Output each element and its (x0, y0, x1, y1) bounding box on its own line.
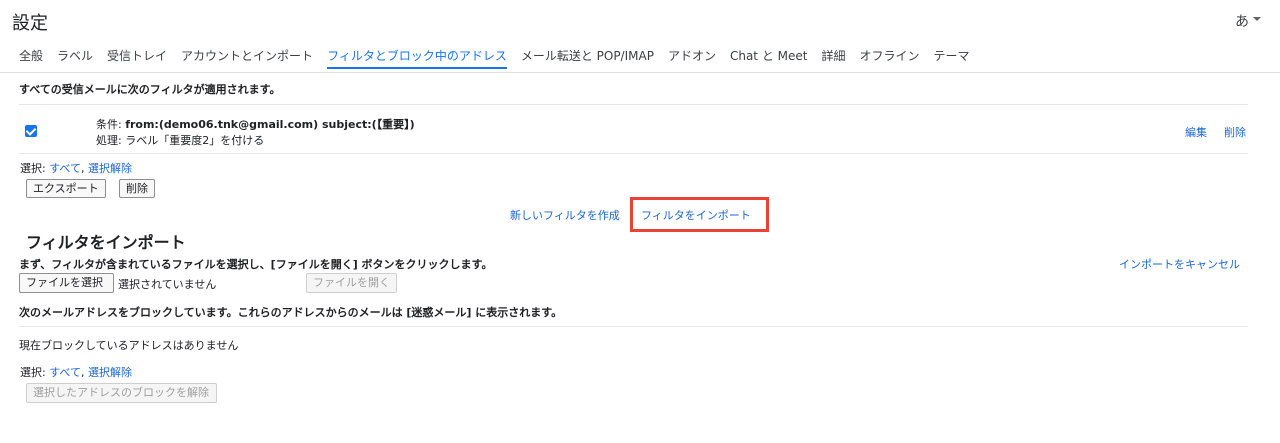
highlight-box (630, 197, 769, 232)
tab-advanced[interactable]: 詳細 (821, 43, 845, 69)
select-label: 選択: (20, 366, 50, 379)
tab-filters-blocked[interactable]: フィルタとブロック中のアドレス (327, 43, 507, 69)
select-all-link[interactable]: すべて (49, 366, 81, 379)
caret-down-icon[interactable] (1253, 17, 1261, 21)
delete-button[interactable]: 削除 (119, 179, 155, 198)
import-heading: フィルタをインポート (26, 233, 186, 252)
unblock-button[interactable]: 選択したアドレスのブロックを解除 (26, 383, 217, 403)
tab-themes[interactable]: テーマ (934, 43, 970, 69)
filter-criteria-prefix: 条件: (96, 118, 126, 131)
choose-file-button[interactable]: ファイルを選択 (19, 273, 114, 293)
blocked-select-row: 選択: すべて, 選択解除 (20, 364, 132, 380)
no-file-label: 選択されていません (118, 278, 217, 291)
edit-filter-link[interactable]: 編集 (1185, 124, 1207, 140)
tab-addons[interactable]: アドオン (668, 43, 716, 69)
select-all-link[interactable]: すべて (49, 162, 81, 175)
select-label: 選択: (20, 162, 50, 175)
settings-tabs: 全般 ラベル 受信トレイ アカウントとインポート フィルタとブロック中のアドレス… (19, 43, 984, 73)
page-title: 設定 (12, 13, 48, 34)
cancel-import-link[interactable]: インポートをキャンセル (1119, 256, 1240, 272)
tab-forwarding-pop-imap[interactable]: メール転送と POP/IMAP (521, 43, 654, 69)
divider (19, 104, 1248, 105)
tab-accounts-import[interactable]: アカウントとインポート (181, 43, 313, 69)
divider (19, 153, 1248, 154)
open-file-button[interactable]: ファイルを開く (306, 273, 397, 293)
comma: , (81, 366, 88, 379)
filters-heading: すべての受信メールに次のフィルタが適用されます。 (19, 83, 281, 96)
filter-action: 処理: ラベル「重要度2」を付ける (96, 134, 265, 147)
comma: , (81, 162, 88, 175)
export-button[interactable]: エクスポート (26, 179, 106, 198)
tab-inbox[interactable]: 受信トレイ (107, 43, 167, 69)
import-instruction: まず、フィルタが含まれているファイルを選択し、[ファイルを開く] ボタンをクリッ… (19, 258, 493, 271)
blocked-empty-message: 現在ブロックしているアドレスはありません (19, 339, 239, 352)
tabs-divider (0, 72, 1280, 73)
tab-offline[interactable]: オフライン (859, 43, 919, 69)
select-none-link[interactable]: 選択解除 (88, 366, 132, 379)
filter-criteria-value: from:(demo06.tnk@gmail.com) subject:(【重要… (125, 118, 415, 131)
divider (19, 326, 1248, 327)
input-method-indicator[interactable]: あ (1235, 11, 1249, 31)
blocked-heading: 次のメールアドレスをブロックしています。これらのアドレスからのメールは [迷惑メ… (19, 306, 563, 319)
tab-labels[interactable]: ラベル (57, 43, 93, 69)
tab-chat-meet[interactable]: Chat と Meet (730, 43, 808, 69)
filter-checkbox[interactable] (25, 125, 37, 137)
select-row: 選択: すべて, 選択解除 (20, 160, 132, 176)
create-filter-link[interactable]: 新しいフィルタを作成 (510, 207, 620, 223)
filter-criteria: 条件: from:(demo06.tnk@gmail.com) subject:… (96, 116, 415, 132)
tab-general[interactable]: 全般 (19, 43, 43, 69)
delete-filter-link[interactable]: 削除 (1224, 124, 1246, 140)
select-none-link[interactable]: 選択解除 (88, 162, 132, 175)
